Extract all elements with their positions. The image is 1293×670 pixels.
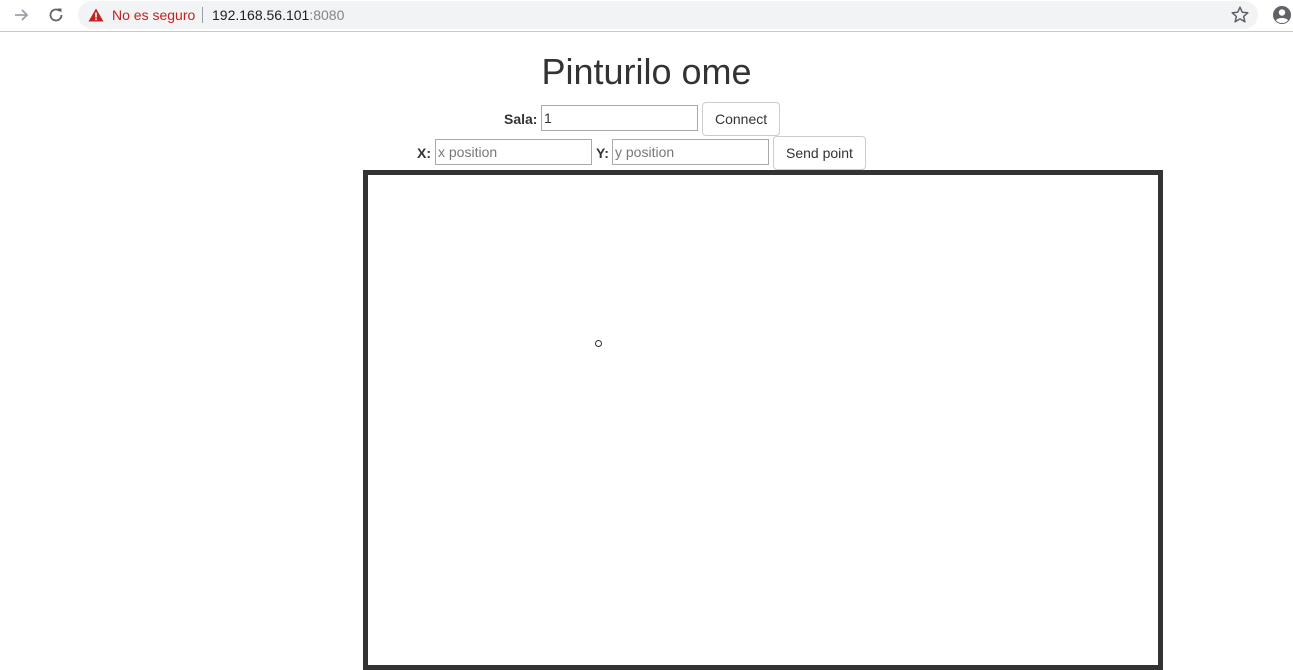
- arrow-right-icon: [15, 9, 29, 21]
- star-icon[interactable]: [1230, 5, 1250, 25]
- reload-button[interactable]: [44, 4, 68, 26]
- drawing-canvas[interactable]: [363, 170, 1163, 670]
- room-input[interactable]: [541, 105, 698, 131]
- url-text[interactable]: 192.168.56.101:8080: [212, 7, 344, 23]
- address-bar[interactable]: No es seguro 192.168.56.101:8080: [78, 1, 1258, 29]
- omnibox-divider: [202, 7, 203, 23]
- canvas-point: [594, 339, 602, 347]
- warning-triangle-icon[interactable]: [88, 8, 104, 22]
- reload-icon: [49, 8, 63, 22]
- forward-button[interactable]: [10, 4, 34, 26]
- connect-button[interactable]: Connect: [702, 102, 781, 136]
- x-label: X:: [417, 145, 431, 161]
- security-status-label[interactable]: No es seguro: [112, 7, 195, 23]
- url-host: 192.168.56.101: [212, 7, 310, 23]
- y-position-input[interactable]: [612, 139, 769, 165]
- y-label: Y:: [596, 145, 609, 161]
- x-position-input[interactable]: [435, 139, 592, 165]
- send-point-button[interactable]: Send point: [773, 136, 866, 170]
- room-label: Sala:: [504, 111, 538, 127]
- url-port: :8080: [309, 7, 345, 23]
- page-title: Pinturilo ome: [541, 51, 752, 92]
- browser-toolbar: No es seguro 192.168.56.101:8080: [0, 0, 1293, 32]
- account-circle-icon[interactable]: [1271, 4, 1293, 26]
